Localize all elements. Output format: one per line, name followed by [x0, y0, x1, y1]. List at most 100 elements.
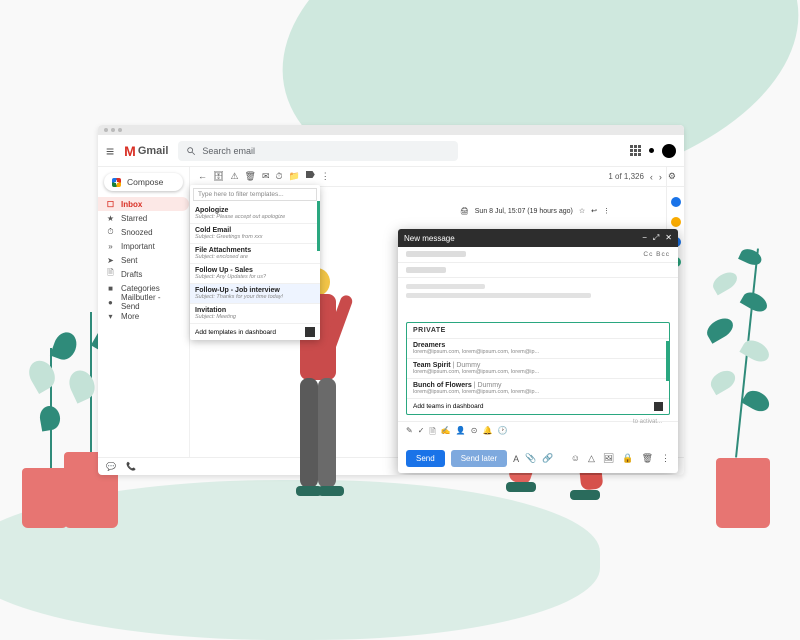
notifications-icon[interactable]: [649, 148, 654, 153]
template-item[interactable]: Cold EmailSubject: Greetings from xxx: [190, 224, 320, 244]
apps-grid-icon[interactable]: [630, 145, 641, 156]
message-meta: 🖨 Sun 8 Jul, 15:07 (19 hours ago) ☆ ↩ ⋮: [460, 207, 610, 215]
phone-icon[interactable]: 📞: [126, 462, 136, 471]
plant-pot: [716, 458, 770, 528]
move-icon[interactable]: 📁: [289, 171, 300, 182]
bell-icon[interactable]: 🔔: [482, 426, 492, 440]
delete-icon[interactable]: 🗑: [245, 171, 256, 182]
open-dashboard-icon[interactable]: [305, 327, 315, 337]
template-item[interactable]: Follow-Up - Job interviewSubject: Thanks…: [190, 284, 320, 304]
compose-body[interactable]: [398, 278, 678, 318]
format-icon[interactable]: A: [513, 454, 519, 464]
next-icon[interactable]: ›: [659, 172, 662, 182]
archive-icon[interactable]: 🗄: [213, 171, 224, 182]
subject-row[interactable]: [398, 263, 678, 278]
search-input[interactable]: Search email: [178, 141, 458, 161]
search-icon: [186, 146, 196, 156]
main-panel: ← 🗄 ⚠ 🗑 ✉ ⏱ 📁 ⋮ 1 of 1,326 ‹ ›: [190, 167, 684, 457]
link-icon[interactable]: 🔗: [542, 453, 553, 464]
task-icon[interactable]: ✓: [418, 426, 425, 440]
team-item[interactable]: Dreamerslorem@ipsum.com, lorem@ipsum.com…: [407, 338, 669, 358]
teams-footer[interactable]: Add teams in dashboard: [407, 398, 669, 414]
sidebar-item-more[interactable]: ▾More: [98, 309, 189, 323]
signature-icon[interactable]: ✍: [441, 426, 451, 440]
plus-icon: [112, 178, 121, 187]
categories-icon: ■: [106, 284, 115, 293]
reply-icon[interactable]: ↩: [591, 207, 597, 215]
dot-icon: ●: [106, 298, 115, 307]
compose-header[interactable]: New message −⤢✕: [398, 229, 678, 247]
label-icon[interactable]: [306, 171, 315, 178]
email-client-window: ≡ MGmail Search email Compose ☐Inbox ★St…: [98, 125, 684, 475]
drafts-icon: 🗎: [106, 267, 115, 281]
sent-icon: ➤: [106, 256, 115, 265]
templates-filter-input[interactable]: Type here to filter templates...: [193, 188, 317, 201]
search-placeholder: Search email: [202, 146, 255, 156]
template-item[interactable]: ApologizeSubject: Please accept out apol…: [190, 204, 320, 224]
image-icon[interactable]: 🖼: [603, 453, 614, 464]
trash-icon[interactable]: 🗑: [642, 453, 653, 464]
send-later-button[interactable]: Send later: [451, 450, 507, 467]
cc-bcc-toggle[interactable]: Cc Bcc: [643, 251, 670, 258]
calendar-addon-icon[interactable]: [671, 197, 681, 207]
hamburger-menu-icon[interactable]: ≡: [106, 143, 114, 159]
sidebar-item-mailbutler[interactable]: ●Mailbutler - Send: [98, 295, 189, 309]
account-avatar[interactable]: [662, 144, 676, 158]
activate-hint: to activat...: [633, 419, 662, 425]
scrollbar[interactable]: [317, 201, 320, 251]
expand-icon[interactable]: ⤢: [653, 233, 659, 243]
schedule-icon[interactable]: 🕑: [497, 426, 507, 440]
printer-icon[interactable]: 🖨: [460, 207, 469, 215]
emoji-icon[interactable]: ☺: [571, 453, 580, 464]
sidebar-item-starred[interactable]: ★Starred: [98, 211, 189, 225]
team-item[interactable]: Team Spirit | Dummylorem@ipsum.com, lore…: [407, 358, 669, 378]
mail-icon[interactable]: ✉: [262, 171, 270, 182]
note-icon[interactable]: ✎: [406, 426, 413, 440]
lock-icon[interactable]: 🔒: [622, 453, 633, 464]
sidebar-item-drafts[interactable]: 🗎 Drafts: [98, 267, 189, 281]
scrollbar[interactable]: [666, 341, 669, 381]
compose-actions: Send Send later A 📎 🔗 ☺ △ 🖼 🔒 🗑 ⋮: [398, 444, 678, 473]
person-icon[interactable]: 👤: [456, 426, 466, 440]
more-icon[interactable]: ⋮: [321, 171, 330, 182]
template-item[interactable]: File AttachmentsSubject: enclosed are: [190, 244, 320, 264]
sidebar-item-label: More: [121, 312, 139, 321]
compose-label: Compose: [127, 177, 163, 187]
star-icon[interactable]: ☆: [579, 207, 585, 215]
snooze-icon[interactable]: ⏱: [276, 171, 283, 182]
keep-addon-icon[interactable]: [671, 217, 681, 227]
tracking-icon[interactable]: ⊙: [471, 426, 478, 440]
sidebar-item-label: Drafts: [121, 270, 142, 279]
templates-footer[interactable]: Add templates in dashboard: [190, 324, 320, 340]
team-item[interactable]: Bunch of Flowers | Dummylorem@ipsum.com,…: [407, 378, 669, 398]
report-icon[interactable]: ⚠: [230, 171, 238, 182]
drive-icon[interactable]: △: [588, 453, 595, 464]
sidebar-item-label: Snoozed: [121, 228, 153, 237]
chat-icon[interactable]: 💬: [106, 462, 116, 471]
more-icon[interactable]: ⋮: [603, 207, 610, 215]
recipients-row[interactable]: Cc Bcc: [398, 247, 678, 263]
sidebar-item-label: Categories: [121, 284, 160, 293]
back-icon[interactable]: ←: [198, 171, 207, 182]
compose-button[interactable]: Compose: [104, 173, 183, 191]
sidebar-item-snoozed[interactable]: ⏱ Snoozed: [98, 225, 189, 239]
clock-icon: ⏱: [106, 227, 115, 237]
sidebar: Compose ☐Inbox ★Starred ⏱ Snoozed »Import…: [98, 167, 190, 457]
star-icon: ★: [106, 214, 115, 223]
open-dashboard-icon[interactable]: [654, 402, 663, 411]
template-item[interactable]: Follow Up - SalesSubject: Any Updates fo…: [190, 264, 320, 284]
sidebar-item-inbox[interactable]: ☐Inbox: [98, 197, 189, 211]
sidebar-item-important[interactable]: »Important: [98, 239, 189, 253]
minimize-icon[interactable]: −: [642, 233, 647, 243]
compose-window: New message −⤢✕ Cc Bcc PRIVATE: [398, 229, 678, 473]
more-icon[interactable]: ⋮: [661, 453, 670, 464]
mail-toolbar: ← 🗄 ⚠ 🗑 ✉ ⏱ 📁 ⋮ 1 of 1,326 ‹ ›: [190, 167, 684, 187]
template-item[interactable]: InvitationSubject: Meeting: [190, 304, 320, 324]
close-icon[interactable]: ✕: [665, 233, 672, 243]
sidebar-item-label: Inbox: [121, 200, 142, 209]
send-button[interactable]: Send: [406, 450, 445, 467]
attach-icon[interactable]: 📎: [525, 453, 536, 464]
prev-icon[interactable]: ‹: [650, 172, 653, 182]
sidebar-item-sent[interactable]: ➤Sent: [98, 253, 189, 267]
template-icon[interactable]: 🗎: [429, 426, 435, 440]
